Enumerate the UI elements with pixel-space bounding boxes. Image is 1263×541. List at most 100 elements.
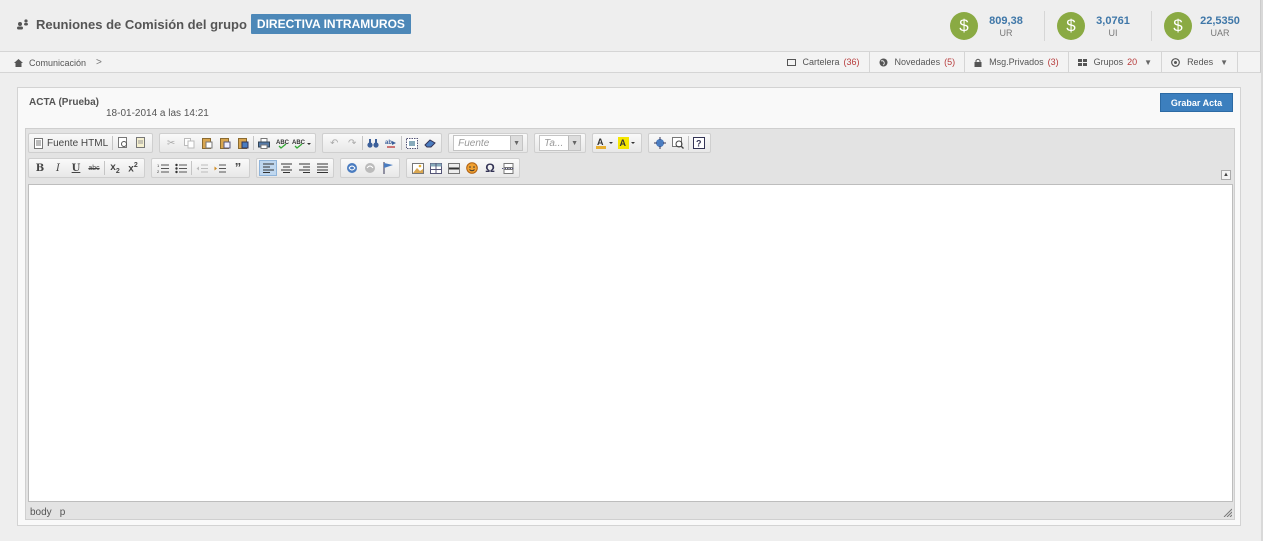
align-left-button[interactable] xyxy=(259,160,277,176)
toolbar-separator xyxy=(401,136,403,150)
font-select[interactable]: Fuente ▼ xyxy=(453,135,524,151)
anchor-button[interactable] xyxy=(379,160,397,176)
size-select[interactable]: Ta... ▼ xyxy=(539,135,582,151)
find-button[interactable] xyxy=(364,135,382,151)
align-center-button[interactable] xyxy=(277,160,295,176)
blockquote-button[interactable]: ” xyxy=(229,160,247,176)
numbered-list-icon: 12 xyxy=(157,163,169,174)
chevron-down-icon: ▼ xyxy=(1220,57,1228,67)
maximize-button[interactable] xyxy=(651,135,669,151)
print-icon xyxy=(258,137,271,149)
nav-novedades[interactable]: Novedades (5) xyxy=(868,52,965,72)
remove-format-button[interactable] xyxy=(421,135,439,151)
print-button[interactable] xyxy=(255,135,273,151)
preview-button[interactable] xyxy=(114,135,132,151)
link-button[interactable] xyxy=(343,160,361,176)
toolbar-separator xyxy=(253,136,255,150)
numbered-list-button[interactable]: 12 xyxy=(154,160,172,176)
caret-up-icon: ▲ xyxy=(1223,172,1229,178)
preview-icon xyxy=(117,137,127,148)
paste-button[interactable] xyxy=(198,135,216,151)
chevron-right-icon: > xyxy=(96,57,102,68)
path-p[interactable]: p xyxy=(60,507,66,518)
help-button[interactable]: ? xyxy=(690,135,708,151)
svg-text:ABC: ABC xyxy=(276,140,289,146)
background-color-button[interactable]: A xyxy=(617,135,639,151)
nav-cartelera[interactable]: Cartelera (36) xyxy=(778,52,869,72)
paste-word-button[interactable] xyxy=(234,135,252,151)
paste-text-button[interactable] xyxy=(216,135,234,151)
nav-grupos-count: 20 xyxy=(1127,57,1138,67)
toolbar-group-size: Ta... ▼ xyxy=(534,133,587,153)
rate-value: 809,38 xyxy=(989,14,1023,27)
resize-handle-icon[interactable] xyxy=(1222,507,1232,517)
nav-cartelera-count: (36) xyxy=(843,57,860,67)
chevron-down-icon: ▼ xyxy=(1144,57,1153,67)
unlink-button[interactable] xyxy=(361,160,379,176)
nav-cartelera-label: Cartelera xyxy=(802,57,840,67)
underline-button[interactable]: U xyxy=(67,160,85,176)
toolbar-group-tools: ? xyxy=(648,133,712,153)
toolbar-separator xyxy=(104,161,105,175)
show-blocks-button[interactable] xyxy=(669,135,687,151)
outdent-button[interactable] xyxy=(193,160,211,176)
spellcheck-button[interactable]: ABC xyxy=(273,135,291,151)
image-button[interactable] xyxy=(409,160,427,176)
redo-button[interactable]: ↷ xyxy=(343,135,361,151)
flag-icon xyxy=(383,162,393,174)
paste-text-icon xyxy=(219,138,231,149)
spellcheck-menu-button[interactable]: ABC xyxy=(291,135,313,151)
people-icon xyxy=(17,19,28,30)
nav-novedades-label: Novedades xyxy=(894,57,941,67)
toolbar-row-1: Fuente HTML ✂ ABC ABC ↶ ↷ ab Fuente ▼ Ta… xyxy=(28,133,717,153)
smiley-button[interactable] xyxy=(463,160,481,176)
replace-button[interactable]: ab xyxy=(382,135,400,151)
image-icon xyxy=(412,162,424,174)
nav-grupos[interactable]: Grupos 20 ▼ xyxy=(1067,52,1161,72)
undo-button[interactable]: ↶ xyxy=(325,135,343,151)
superscript-button[interactable]: x2 xyxy=(124,160,142,176)
svg-text:?: ? xyxy=(696,139,702,149)
breadcrumb[interactable]: Comunicación > xyxy=(14,57,102,68)
collapse-toolbar-button[interactable]: ▲ xyxy=(1221,170,1231,180)
spellcheck-dropdown-icon: ABC xyxy=(292,140,312,149)
source-html-button[interactable]: Fuente HTML xyxy=(31,135,111,151)
paste-icon xyxy=(201,138,213,149)
toolbar-group-source: Fuente HTML xyxy=(28,133,154,153)
nav-bar: Comunicación > Cartelera (36) Novedades … xyxy=(0,51,1261,73)
align-right-button[interactable] xyxy=(295,160,313,176)
nav-redes-label: Redes xyxy=(1187,57,1214,67)
cut-button[interactable]: ✂ xyxy=(162,135,180,151)
nav-redes[interactable]: Redes ▼ xyxy=(1161,52,1238,72)
select-all-icon xyxy=(406,137,419,149)
templates-button[interactable] xyxy=(132,135,150,151)
path-body[interactable]: body xyxy=(30,507,52,518)
rich-text-editor: Fuente HTML ✂ ABC ABC ↶ ↷ ab Fuente ▼ Ta… xyxy=(25,128,1235,520)
strikethrough-button[interactable]: abc xyxy=(85,160,103,176)
horizontal-rule-button[interactable] xyxy=(445,160,463,176)
bulleted-list-button[interactable] xyxy=(172,160,190,176)
rate-unit: UR xyxy=(999,27,1013,38)
text-color-button[interactable]: A xyxy=(595,135,617,151)
editor-content-area[interactable] xyxy=(28,184,1233,502)
size-select-placeholder: Ta... xyxy=(544,137,564,149)
italic-button[interactable]: I xyxy=(49,160,67,176)
rate-values: 3,0761 UI xyxy=(1093,15,1133,38)
indent-button[interactable] xyxy=(211,160,229,176)
page-break-button[interactable] xyxy=(499,160,517,176)
copy-button[interactable] xyxy=(180,135,198,151)
toolbar-group-clipboard: ✂ ABC ABC xyxy=(159,133,317,153)
outdent-icon xyxy=(196,164,208,172)
select-all-button[interactable] xyxy=(403,135,421,151)
special-char-button[interactable]: Ω xyxy=(481,160,499,176)
subscript-button[interactable]: x2 xyxy=(106,160,124,176)
table-button[interactable] xyxy=(427,160,445,176)
breadcrumb-label[interactable]: Comunicación xyxy=(29,58,86,68)
save-acta-button[interactable]: Grabar Acta xyxy=(1160,93,1233,112)
nav-mensajes[interactable]: Msg.Privados (3) xyxy=(964,52,1068,72)
toolbar-group-basic-styles: B I U abc x2 x2 xyxy=(28,158,145,178)
bold-button[interactable]: B xyxy=(31,160,49,176)
justify-button[interactable] xyxy=(313,160,331,176)
group-badge[interactable]: DIRECTIVA INTRAMUROS xyxy=(250,14,411,34)
toolbar-separator xyxy=(191,161,192,175)
